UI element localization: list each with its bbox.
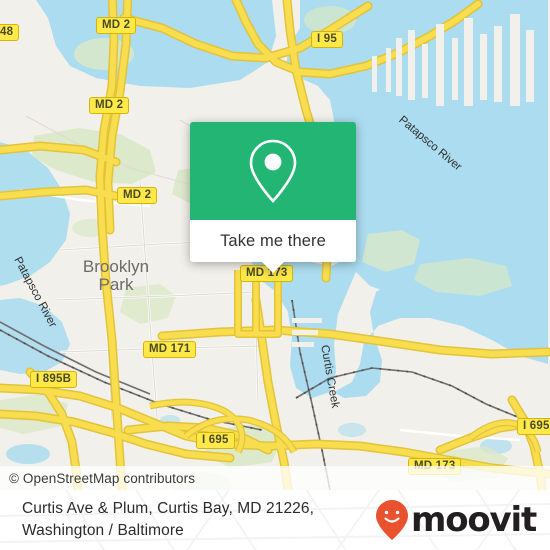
map-attribution-bar: © OpenStreetMap contributors [0, 466, 550, 490]
road-shield-i-895b[interactable]: I 895B [30, 371, 78, 388]
footer-bar: Curtis Ave & Plum, Curtis Bay, MD 21226,… [0, 490, 550, 550]
moovit-map-card: Brooklyn Park Patapsco River Patapsco Ri… [0, 0, 550, 550]
moovit-smiley-pin-icon [375, 500, 408, 540]
road-shield-i-695-right[interactable]: I 695 [517, 418, 550, 435]
road-shield-md-2-south[interactable]: MD 2 [117, 187, 158, 204]
road-shield-md-648[interactable]: 48 [0, 24, 20, 41]
location-description: Curtis Ave & Plum, Curtis Bay, MD 21226,… [22, 498, 314, 542]
road-shield-i-695-left[interactable]: I 695 [196, 432, 235, 449]
location-subtitle: Washington / Baltimore [22, 522, 184, 539]
location-callout-card[interactable]: Take me there [190, 122, 356, 273]
callout-action-bar[interactable]: Take me there [190, 220, 356, 262]
moovit-wordmark: moovit [410, 500, 537, 540]
road-shield-md-2-mid[interactable]: MD 2 [89, 97, 130, 114]
road-shield-md-171[interactable]: MD 171 [143, 341, 197, 358]
place-label-brooklyn-park: Brooklyn Park [82, 257, 150, 294]
moovit-logo[interactable]: moovit [375, 499, 537, 541]
location-title: Curtis Ave & Plum, Curtis Bay, MD 21226, [22, 500, 315, 517]
callout-green-panel [190, 122, 356, 220]
take-me-there-button[interactable]: Take me there [220, 232, 326, 251]
callout-pointer-tip [262, 262, 284, 273]
road-shield-md-2-north[interactable]: MD 2 [96, 17, 137, 34]
openstreetmap-attribution[interactable]: © OpenStreetMap contributors [0, 471, 195, 486]
map-pin-icon [249, 139, 297, 203]
road-shield-i-95[interactable]: I 95 [311, 31, 343, 48]
